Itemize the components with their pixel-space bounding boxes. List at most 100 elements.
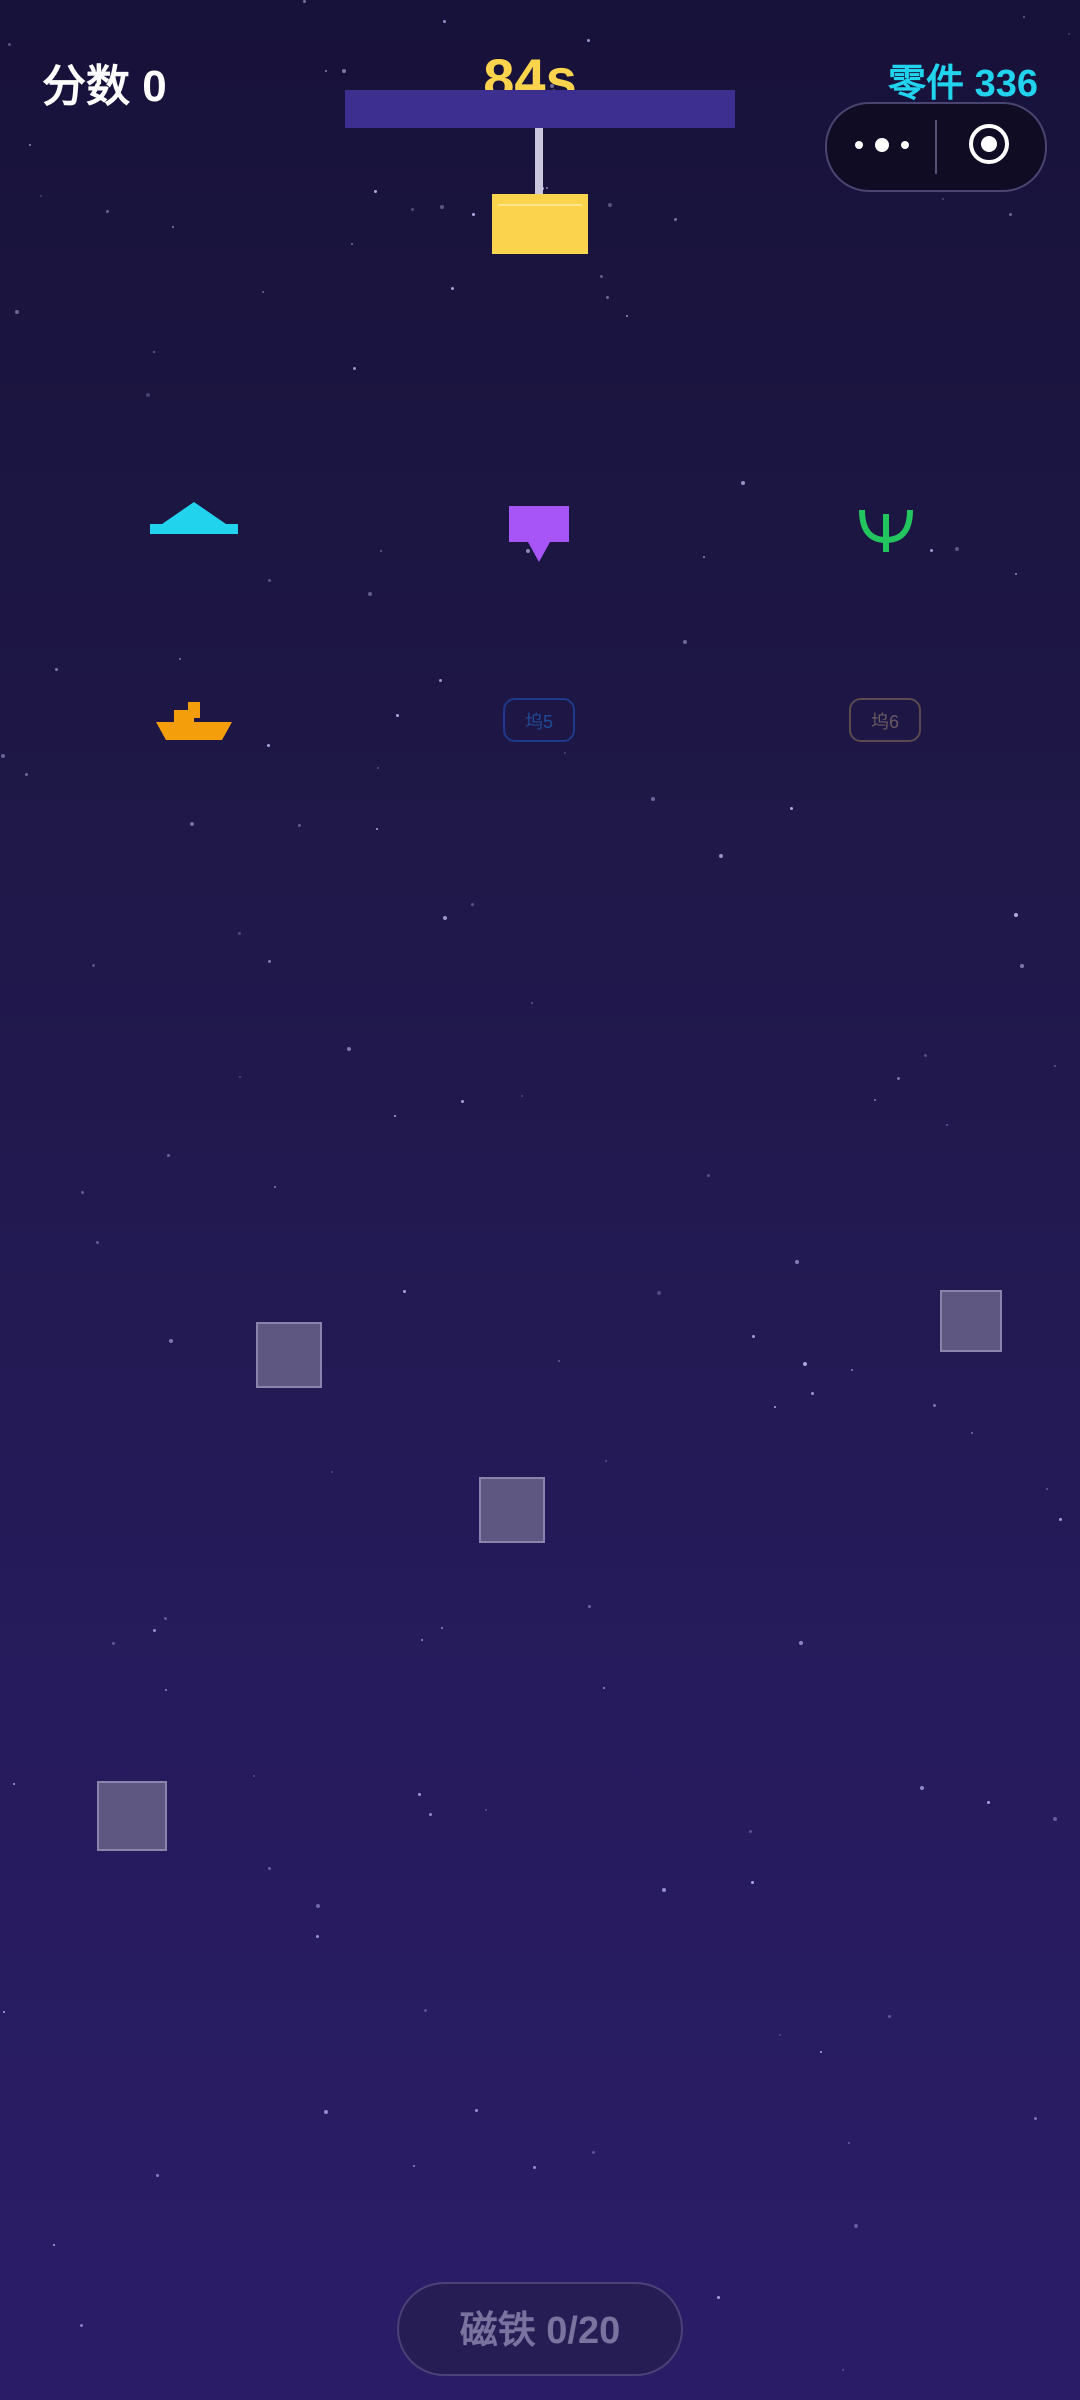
star (169, 1339, 173, 1343)
star (874, 1099, 876, 1101)
star (413, 2165, 415, 2167)
star (605, 1460, 607, 1462)
dock-5-label: 坞5 (524, 712, 553, 732)
star (394, 1115, 396, 1117)
star (485, 1809, 487, 1811)
star (811, 1392, 814, 1395)
star (461, 1100, 464, 1103)
star (441, 1627, 443, 1629)
star (657, 1291, 661, 1295)
star (164, 1617, 167, 1620)
dock-3[interactable] (856, 500, 916, 556)
crane-rope (535, 128, 543, 194)
star (719, 854, 723, 858)
star (971, 1432, 973, 1434)
floating-block[interactable] (479, 1477, 545, 1543)
star (851, 1369, 853, 1371)
star (253, 1775, 255, 1777)
star (316, 1935, 319, 1938)
star (298, 824, 301, 827)
star (842, 2369, 844, 2371)
dock-5[interactable]: 坞5 (503, 698, 575, 742)
crane-rail (345, 90, 735, 128)
star (80, 2324, 83, 2327)
star (347, 1047, 351, 1051)
star (411, 208, 414, 211)
crane-held-block[interactable] (492, 194, 588, 254)
star (521, 1095, 523, 1097)
star (558, 1360, 560, 1362)
star (1023, 16, 1025, 18)
star (606, 296, 609, 299)
floating-block[interactable] (97, 1781, 167, 1851)
star (153, 351, 155, 353)
star (106, 210, 109, 213)
star (374, 190, 377, 193)
star (3, 2011, 5, 2013)
star (946, 1124, 948, 1126)
star (703, 556, 705, 558)
magnet-button[interactable]: 磁铁 0/20 (397, 2282, 683, 2376)
star (592, 2151, 595, 2154)
star (81, 1191, 84, 1194)
star (533, 2166, 536, 2169)
star (1034, 2117, 1037, 2120)
star (987, 1801, 990, 1804)
star (96, 1241, 99, 1244)
star (717, 2296, 720, 2299)
star (55, 668, 58, 671)
star (342, 69, 346, 73)
star (156, 2174, 159, 2177)
star (268, 579, 271, 582)
star (146, 393, 150, 397)
star (316, 1904, 320, 1908)
floating-block[interactable] (256, 1322, 322, 1388)
star (471, 903, 474, 906)
dock-4[interactable] (154, 700, 234, 742)
star (112, 1642, 115, 1645)
score-label: 分数 0 (42, 62, 167, 111)
star (15, 310, 19, 314)
star (790, 807, 793, 810)
star (626, 315, 628, 317)
star (325, 70, 327, 72)
star (274, 1186, 276, 1188)
dock-1[interactable] (148, 500, 240, 540)
star (683, 640, 687, 644)
star (472, 213, 475, 216)
star (888, 2015, 891, 2018)
close-target-icon[interactable] (969, 124, 1009, 164)
star (267, 744, 270, 747)
star (418, 1793, 421, 1796)
star (546, 187, 548, 189)
star (933, 1404, 936, 1407)
star (751, 1881, 754, 1884)
star (587, 39, 590, 42)
miniprogram-capsule (825, 102, 1047, 192)
boat-icon (156, 702, 232, 740)
dock-6[interactable]: 坞6 (849, 698, 921, 742)
star (779, 2034, 781, 2036)
star (820, 2051, 822, 2053)
dock-2[interactable] (508, 506, 570, 566)
star (239, 1076, 241, 1078)
star (608, 203, 612, 207)
star (262, 291, 264, 293)
star (741, 481, 745, 485)
star (674, 218, 677, 221)
star (303, 0, 306, 3)
star (1046, 1488, 1048, 1490)
star (451, 287, 454, 290)
star (403, 1290, 406, 1293)
star (600, 275, 603, 278)
star (238, 932, 241, 935)
star (774, 1406, 776, 1408)
star (443, 916, 447, 920)
floating-block[interactable] (940, 1290, 1002, 1352)
star (799, 1641, 803, 1645)
star (1053, 1817, 1057, 1821)
star (1015, 573, 1017, 575)
more-menu-icon[interactable] (855, 130, 909, 160)
star (1059, 1518, 1062, 1521)
star (1014, 913, 1018, 917)
